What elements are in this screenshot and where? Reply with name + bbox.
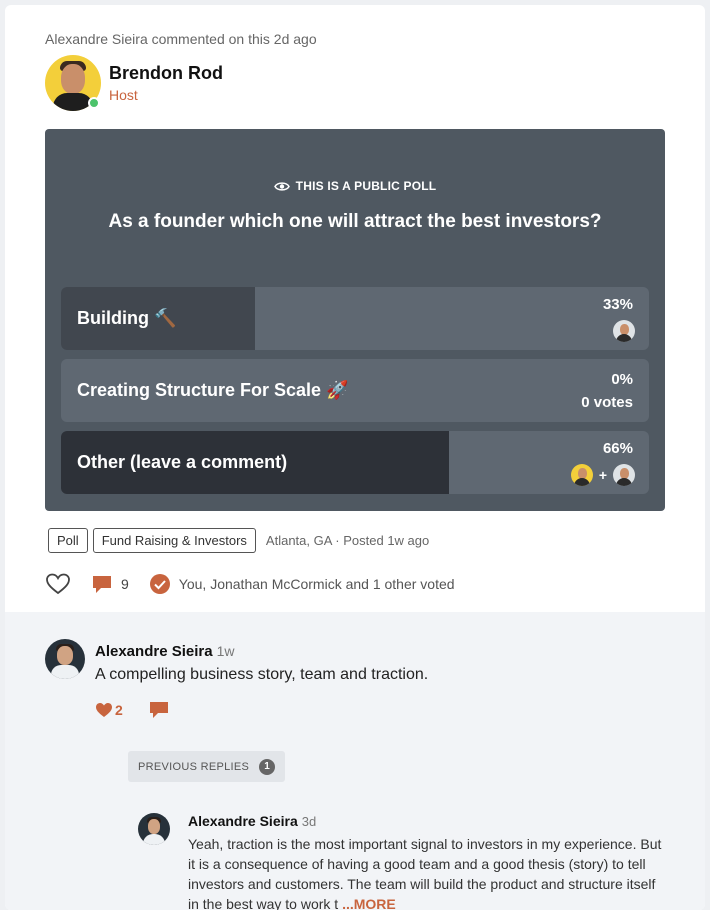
- comment-like-button[interactable]: 2: [95, 702, 123, 718]
- online-status-icon: [88, 97, 100, 109]
- reply-author-name[interactable]: Alexandre Sieira: [188, 813, 298, 829]
- comment-like-count: 2: [115, 702, 123, 718]
- heart-filled-icon: [96, 703, 112, 717]
- post-actions: 9 You, Jonathan McCormick and 1 other vo…: [45, 571, 455, 597]
- tag-poll[interactable]: Poll: [48, 528, 88, 553]
- commenter-name[interactable]: Alexandre Sieira: [95, 643, 213, 660]
- poll-option-label: Other (leave a comment): [77, 452, 288, 472]
- comment-text: A compelling business story, team and tr…: [95, 666, 429, 683]
- voter-avatar[interactable]: [613, 320, 635, 342]
- reply-avatar[interactable]: [138, 813, 170, 845]
- comment-button[interactable]: 9: [91, 573, 129, 595]
- read-more-link[interactable]: ...MORE: [342, 896, 396, 910]
- author-name[interactable]: Brendon Rod: [109, 63, 223, 84]
- poll-option-votes: 0 votes: [581, 394, 633, 411]
- commenter-avatar[interactable]: [45, 639, 85, 679]
- poll-option-label: Creating Structure For Scale 🚀: [77, 380, 349, 400]
- reply-text-block: Yeah, traction is the most important sig…: [188, 834, 668, 910]
- poll-option-creating-structure[interactable]: Creating Structure For Scale 🚀 0% 0 vote…: [61, 359, 649, 422]
- poll-option-percent: 66%: [602, 440, 633, 457]
- poll-option-label: Building 🔨: [77, 308, 177, 328]
- post-card: Alexandre Sieira commented on this 2d ag…: [5, 5, 705, 910]
- author-role: Host: [109, 87, 138, 103]
- reply-time: 3d: [301, 814, 317, 829]
- poll-option-voters: +: [570, 464, 635, 486]
- post-author: Brendon Rod Host: [45, 55, 223, 111]
- comment-time: 1w: [216, 643, 235, 659]
- previous-replies-count: 1: [259, 758, 276, 775]
- poll-public-text: THIS IS A PUBLIC POLL: [295, 179, 437, 193]
- post-tags: Poll Fund Raising & Investors Atlanta, G…: [48, 528, 429, 553]
- poll-question: As a founder which one will attract the …: [108, 211, 602, 232]
- voter-plus: +: [598, 467, 607, 483]
- reply-text: Yeah, traction is the most important sig…: [188, 836, 662, 910]
- poll-option-percent: 33%: [602, 296, 633, 313]
- comment-body: Alexandre Sieira 1w A compelling business…: [95, 643, 428, 684]
- reply-body: Alexandre Sieira 3d Yeah, traction is the…: [188, 813, 668, 910]
- voter-avatar[interactable]: [570, 464, 593, 486]
- comment-count: 9: [121, 576, 129, 592]
- reply-icon[interactable]: [149, 700, 169, 720]
- tag-fund-raising[interactable]: Fund Raising & Investors: [92, 528, 256, 553]
- poll-option-other[interactable]: Other (leave a comment) 66% +: [61, 431, 649, 494]
- post-meta: Atlanta, GA · Posted 1w ago: [265, 533, 430, 548]
- eye-icon: [273, 182, 290, 191]
- poll-card: THIS IS A PUBLIC POLL As a founder which…: [45, 129, 665, 511]
- check-circle-icon: [149, 574, 170, 594]
- comments-section: Alexandre Sieira 1w A compelling business…: [5, 612, 705, 910]
- activity-text: Alexandre Sieira commented on this 2d ag…: [45, 31, 317, 47]
- poll-option-building[interactable]: Building 🔨 33%: [61, 287, 649, 350]
- poll-option-voters: [613, 320, 635, 342]
- comment-icon: [93, 576, 111, 593]
- voted-summary: You, Jonathan McCormick and 1 other vote…: [149, 573, 455, 595]
- previous-replies-button[interactable]: PREVIOUS REPLIES 1: [128, 751, 286, 782]
- voted-text: You, Jonathan McCormick and 1 other vote…: [178, 576, 455, 592]
- poll-public-label: THIS IS A PUBLIC POLL: [45, 179, 665, 193]
- voter-avatar[interactable]: [613, 464, 635, 486]
- previous-replies-label: PREVIOUS REPLIES: [138, 760, 250, 773]
- heart-icon[interactable]: [45, 571, 71, 597]
- comment-actions: 2: [95, 700, 169, 720]
- poll-option-percent: 0%: [611, 371, 633, 388]
